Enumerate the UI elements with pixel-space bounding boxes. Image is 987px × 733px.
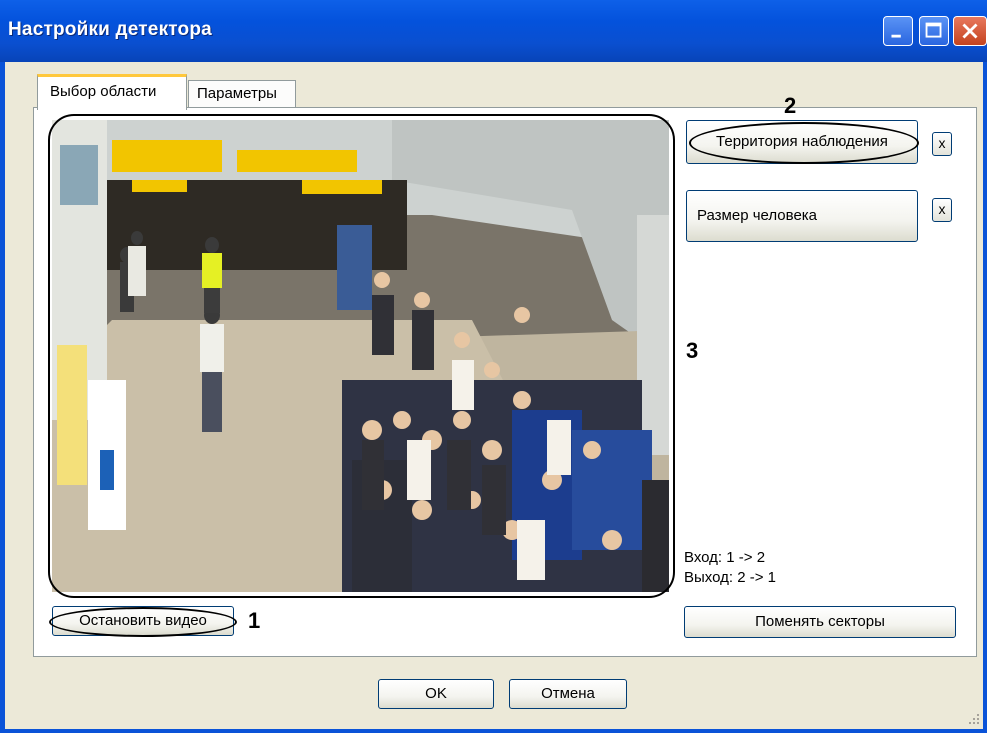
delete-person-size-button[interactable]: x [932,198,952,222]
swap-sectors-button[interactable]: Поменять секторы [684,606,956,638]
stop-video-label: Остановить видео [79,612,207,629]
person-size-button-label: Размер человека [697,207,818,224]
delete-territory-label: x [938,135,946,151]
resize-grip-icon[interactable] [967,712,981,726]
maximize-button[interactable] [919,16,949,46]
territory-button[interactable]: Территория наблюдения [686,120,918,164]
tab-area-selection[interactable]: Выбор области [37,74,187,110]
person-size-button[interactable]: Размер человека [686,190,918,242]
dialog-client-area: Выбор области Параметры Территория наблю… [5,62,983,729]
delete-territory-button[interactable]: x [932,132,952,156]
maximize-icon [925,22,942,38]
callout-number-2: 2 [784,93,797,118]
airport-camera-image [52,120,669,592]
tab-label: Выбор области [50,83,157,100]
tab-parameters[interactable]: Параметры [188,80,296,108]
tab-panel: Территория наблюдения x Размер человека … [33,93,977,657]
ok-button-label: OK [425,685,447,702]
cancel-button-label: Отмена [541,685,595,702]
swap-sectors-label: Поменять секторы [755,613,885,630]
dialog-window: Настройки детектора Выбор области Параме… [0,0,987,733]
close-icon [962,23,978,39]
exit-rule-text: Выход: 2 -> 1 [684,569,956,586]
title-bar[interactable]: Настройки детектора [0,0,987,62]
close-button[interactable] [953,16,987,46]
delete-person-size-label: x [938,201,946,217]
ok-button[interactable]: OK [378,679,494,709]
stop-video-button[interactable]: Остановить видео [52,606,234,636]
cancel-button[interactable]: Отмена [509,679,627,709]
entry-rule-text: Вход: 1 -> 2 [684,549,956,566]
callout-number-1: 1 [248,608,261,633]
window-title: Настройки детектора [8,19,212,40]
territory-button-label: Территория наблюдения [716,133,888,150]
minimize-icon [891,34,901,38]
tab-label: Параметры [197,85,277,102]
callout-number-3: 3 [686,338,699,363]
video-preview[interactable] [52,120,669,592]
minimize-button[interactable] [883,16,913,46]
